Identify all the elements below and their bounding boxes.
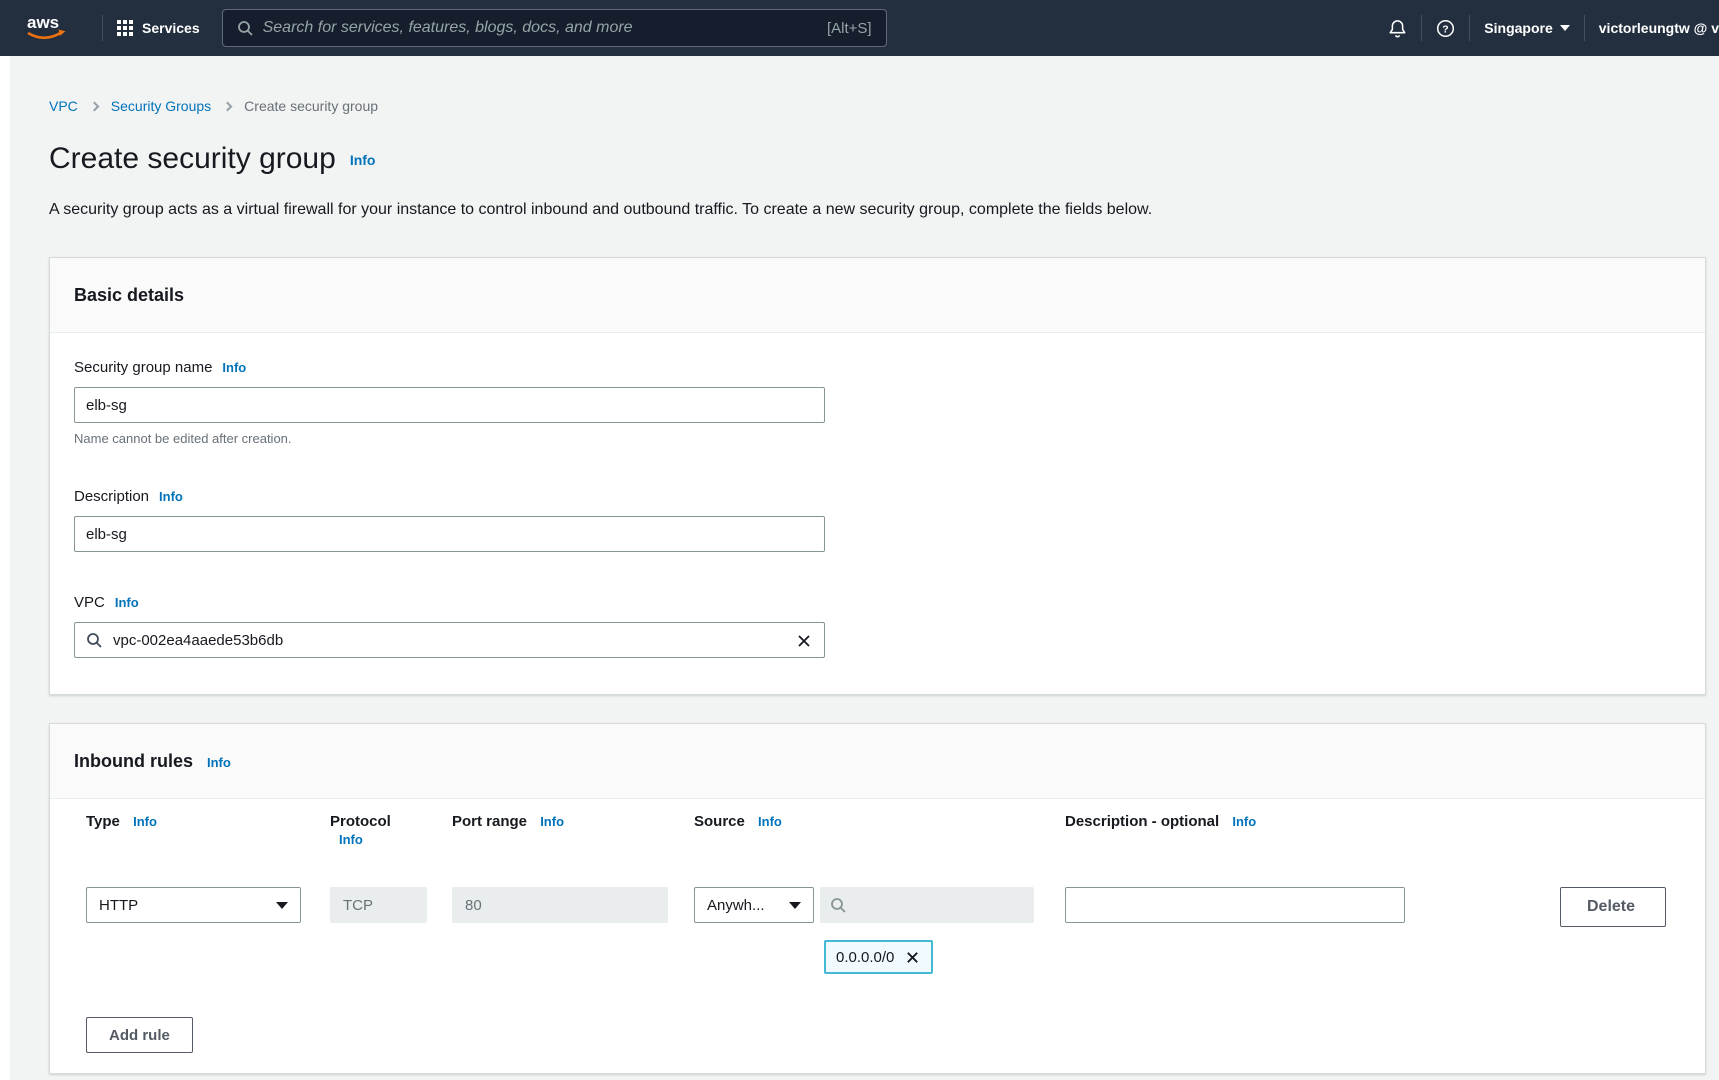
inbound-rules-header: Inbound rules Info	[50, 724, 1705, 799]
page-content: VPC Security Groups Create security grou…	[10, 56, 1719, 1080]
inbound-rule-row: Type Info HTTP Protocol Info	[74, 813, 1681, 974]
bell-icon	[1388, 19, 1407, 38]
security-group-name-info-link[interactable]: Info	[222, 360, 246, 375]
source-type-select[interactable]: Anywh...	[694, 887, 814, 923]
breadcrumb-current: Create security group	[244, 98, 378, 114]
port-range-info-link[interactable]: Info	[540, 814, 564, 829]
security-group-name-label: Security group name	[74, 359, 212, 377]
search-placeholder: Search for services, features, blogs, do…	[263, 19, 817, 37]
vpc-label: VPC	[74, 594, 105, 612]
help-icon: ?	[1436, 19, 1455, 38]
port-range-column-label: Port range	[452, 813, 527, 830]
port-range-input	[452, 887, 668, 923]
breadcrumb-security-groups-link[interactable]: Security Groups	[111, 98, 211, 114]
basic-details-header: Basic details	[50, 258, 1705, 333]
region-label: Singapore	[1484, 20, 1552, 36]
services-label: Services	[142, 20, 200, 36]
security-group-name-hint: Name cannot be edited after creation.	[74, 431, 1681, 446]
nav-divider	[102, 15, 103, 41]
vpc-field: VPC Info	[74, 594, 1681, 658]
services-grid-icon	[117, 20, 133, 36]
description-input[interactable]	[74, 516, 825, 552]
svg-text:?: ?	[1443, 24, 1449, 35]
chevron-down-icon	[276, 902, 288, 909]
rule-description-column-label: Description - optional	[1065, 813, 1219, 830]
account-menu[interactable]: victorleungtw @ v	[1599, 20, 1719, 36]
source-cidr-search-input[interactable]	[820, 887, 1034, 923]
nav-divider	[1469, 15, 1470, 41]
search-shortcut-hint: [Alt+S]	[827, 20, 872, 37]
protocol-info-link[interactable]: Info	[339, 832, 363, 847]
page-description: A security group acts as a virtual firew…	[49, 200, 1706, 219]
nav-divider	[1584, 15, 1585, 41]
search-icon	[830, 897, 846, 913]
inbound-rules-card: Inbound rules Info Type Info HTTP	[49, 723, 1706, 1074]
search-icon	[237, 20, 253, 36]
source-type-value: Anywh...	[707, 897, 765, 914]
protocol-column-label: Protocol	[330, 813, 391, 830]
cidr-chip-value: 0.0.0.0/0	[836, 949, 894, 966]
type-select[interactable]: HTTP	[86, 887, 301, 923]
rule-description-input[interactable]	[1065, 887, 1405, 923]
breadcrumb-vpc-link[interactable]: VPC	[49, 98, 78, 114]
account-label: victorleungtw @ v	[1599, 20, 1719, 36]
region-selector[interactable]: Singapore	[1484, 20, 1569, 36]
global-search-input[interactable]: Search for services, features, blogs, do…	[222, 9, 887, 47]
add-rule-button[interactable]: Add rule	[86, 1017, 193, 1053]
search-icon	[86, 632, 102, 653]
inbound-rules-info-link[interactable]: Info	[207, 755, 231, 770]
close-icon	[796, 633, 812, 649]
top-navigation-bar: aws Services Search for services, featur…	[0, 0, 1719, 56]
source-info-link[interactable]: Info	[758, 814, 782, 829]
nav-right-group: ? Singapore victorleungtw @ v	[1388, 15, 1719, 41]
chevron-right-icon	[89, 101, 99, 111]
inbound-rules-title: Inbound rules	[74, 750, 193, 772]
services-menu-button[interactable]: Services	[117, 20, 200, 36]
chevron-down-icon	[1560, 25, 1570, 31]
description-info-link[interactable]: Info	[159, 489, 183, 504]
vpc-info-link[interactable]: Info	[115, 595, 139, 610]
description-label: Description	[74, 488, 149, 506]
type-info-link[interactable]: Info	[133, 814, 157, 829]
chevron-down-icon	[789, 902, 801, 909]
type-select-value: HTTP	[99, 897, 138, 914]
cidr-chip: 0.0.0.0/0	[824, 940, 933, 974]
basic-details-card: Basic details Security group name Info N…	[49, 257, 1706, 695]
help-button[interactable]: ?	[1436, 19, 1455, 38]
protocol-input	[330, 887, 427, 923]
chevron-right-icon	[223, 101, 233, 111]
rule-description-info-link[interactable]: Info	[1232, 814, 1256, 829]
notifications-button[interactable]	[1388, 19, 1407, 38]
aws-logo[interactable]: aws	[24, 12, 70, 44]
clear-vpc-button[interactable]	[794, 631, 814, 654]
vpc-select-input[interactable]	[74, 622, 825, 658]
security-group-name-field: Security group name Info Name cannot be …	[74, 359, 1681, 446]
delete-rule-button[interactable]: Delete	[1560, 887, 1666, 927]
type-column-label: Type	[86, 813, 120, 830]
svg-text:aws: aws	[27, 13, 59, 32]
remove-cidr-button[interactable]	[904, 949, 921, 966]
basic-details-title: Basic details	[74, 284, 184, 306]
breadcrumb: VPC Security Groups Create security grou…	[49, 98, 1706, 114]
security-group-name-input[interactable]	[74, 387, 825, 423]
source-column-label: Source	[694, 813, 745, 830]
page-title: Create security group	[49, 140, 336, 178]
nav-divider	[1421, 15, 1422, 41]
page-title-info-link[interactable]: Info	[350, 152, 376, 168]
close-icon	[905, 950, 920, 965]
description-field: Description Info	[74, 488, 1681, 552]
